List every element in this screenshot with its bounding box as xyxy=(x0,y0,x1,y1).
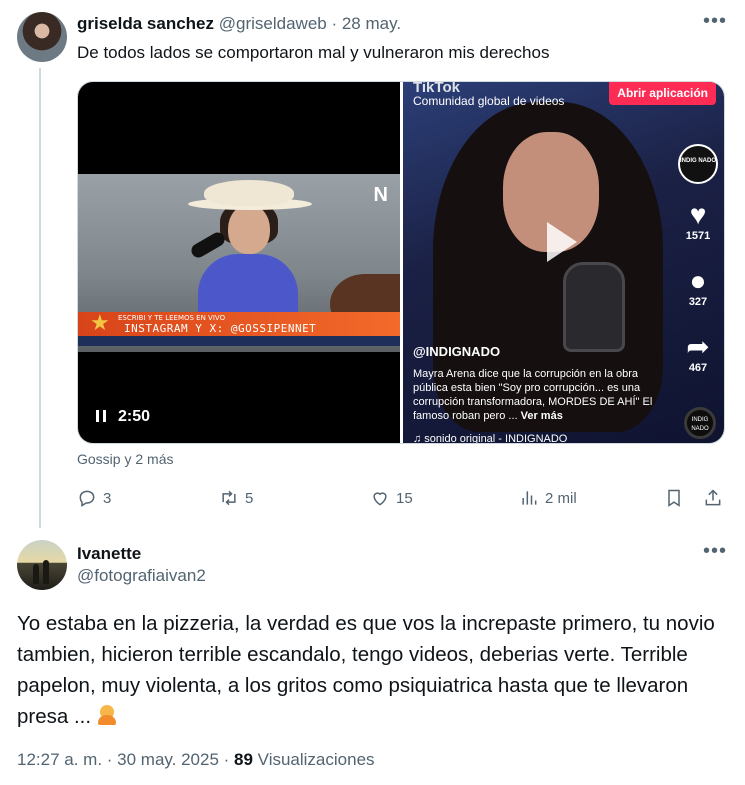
face-shape xyxy=(228,204,270,254)
avatar[interactable] xyxy=(17,540,67,590)
media-source-label[interactable]: Gossip y 2 más xyxy=(77,451,173,467)
views-chart-icon xyxy=(522,491,537,505)
like-count: 15 xyxy=(396,489,413,507)
media-grid: N ★ ESCRIBI Y TE LEEMOS EN VIVO INSTAGRA… xyxy=(77,81,725,444)
author-name[interactable]: griselda sanchez xyxy=(77,14,214,33)
action-bar: 3 5 15 2 mil xyxy=(77,486,725,510)
separator: · xyxy=(326,14,342,33)
person-shrugging-emoji-icon xyxy=(97,703,117,727)
tiktok-description: Mayra Arena dice que la corrupción en la… xyxy=(413,367,673,423)
tweet-text: De todos lados se comportaron mal y vuln… xyxy=(77,43,550,62)
repost-button[interactable]: 5 xyxy=(219,486,253,510)
play-icon[interactable] xyxy=(547,222,577,262)
reply-text: Yo estaba en la pizzeria, la verdad es q… xyxy=(17,608,729,732)
tiktok-sound[interactable]: ♫ sonido original - INDIGNADO xyxy=(413,433,567,443)
views-count: 2 mil xyxy=(545,489,577,507)
overlay-main-text: INSTAGRAM Y X: @GOSSIPENNET xyxy=(124,322,317,335)
person-silhouette xyxy=(33,564,39,584)
tiktok-like-count: 1571 xyxy=(685,230,711,242)
tiktok-tagline: Comunidad global de videos xyxy=(413,94,565,108)
thread-line xyxy=(39,68,41,528)
duration-label: 2:50 xyxy=(118,408,151,425)
microphone-shape xyxy=(188,229,228,261)
avatar[interactable] xyxy=(17,12,67,62)
heart-icon: ♥ xyxy=(689,199,707,230)
tiktok-comment-count: 327 xyxy=(688,296,708,308)
sound-disc-icon[interactable]: INDIG NADO xyxy=(684,407,716,439)
video-duration[interactable]: 2:50 xyxy=(96,408,150,426)
views-button[interactable]: 2 mil xyxy=(519,486,577,510)
bookmark-icon xyxy=(668,489,680,507)
tiktok-comment[interactable]: ● 327 xyxy=(678,265,718,309)
tiktok-like[interactable]: ♥ 1571 xyxy=(678,199,718,243)
profile-badge[interactable]: INDIG NADO xyxy=(678,144,718,184)
tiktok-share[interactable]: ➦ 467 xyxy=(678,331,718,375)
reply-views-label: Visualizaciones xyxy=(252,750,375,769)
reply-timestamp[interactable]: 12:27 a. m. · 30 may. 2025 · xyxy=(17,750,234,769)
video-right-tiktok[interactable]: TikTok Comunidad global de videos Abrir … xyxy=(403,82,724,443)
repost-icon xyxy=(222,490,236,506)
hat-shape xyxy=(204,180,294,206)
comment-bubble-icon: ● xyxy=(689,265,707,296)
reply-author-name[interactable]: Ivanette xyxy=(77,543,206,565)
tweet-date[interactable]: 28 may. xyxy=(342,14,401,33)
pause-icon[interactable] xyxy=(96,410,106,422)
like-button[interactable]: 15 xyxy=(370,486,413,510)
more-horizontal-icon[interactable]: ••• xyxy=(703,540,727,563)
overlay-small-text: ESCRIBI Y TE LEEMOS EN VIVO xyxy=(118,314,226,322)
reply-icon xyxy=(79,490,95,507)
author-handle[interactable]: @griseldaweb xyxy=(219,14,327,33)
share-icon xyxy=(705,489,721,506)
tiktok-brand: TikTok xyxy=(413,82,460,96)
reply-header: Ivanette @fotografiaivan2 xyxy=(77,543,206,587)
channel-logo: N xyxy=(373,184,388,206)
video-left[interactable]: N ★ ESCRIBI Y TE LEEMOS EN VIVO INSTAGRA… xyxy=(78,82,400,443)
star-icon: ★ xyxy=(90,310,110,335)
more-horizontal-icon[interactable]: ••• xyxy=(703,10,727,33)
reply-count: 3 xyxy=(103,489,112,507)
reply-body: Yo estaba en la pizzeria, la verdad es q… xyxy=(17,612,715,728)
share-button[interactable] xyxy=(703,486,729,510)
repost-count: 5 xyxy=(245,489,254,507)
open-app-button[interactable]: Abrir aplicación xyxy=(609,82,716,105)
reply-views-count: 89 xyxy=(234,750,253,769)
tiktok-header: TikTok Comunidad global de videos xyxy=(413,82,564,108)
reply-author-handle[interactable]: @fotografiaivan2 xyxy=(77,565,206,587)
tweet-header: griselda sanchez @griseldaweb · 28 may. xyxy=(77,14,401,34)
person-silhouette xyxy=(43,560,49,584)
video-frame: N ★ ESCRIBI Y TE LEEMOS EN VIVO INSTAGRA… xyxy=(78,174,400,352)
share-arrow-icon: ➦ xyxy=(686,331,710,362)
ticker-bar xyxy=(78,336,400,346)
bookmark-button[interactable] xyxy=(664,486,690,510)
heart-icon xyxy=(373,492,387,506)
reply-meta: 12:27 a. m. · 30 may. 2025 · 89 Visualiz… xyxy=(17,750,375,770)
microphone-shape xyxy=(563,262,625,352)
reply-button[interactable]: 3 xyxy=(77,486,111,510)
tiktok-share-count: 467 xyxy=(688,362,708,374)
tiktok-username[interactable]: @INDIGNADO xyxy=(413,344,500,359)
see-more-link[interactable]: Ver más xyxy=(521,410,563,422)
